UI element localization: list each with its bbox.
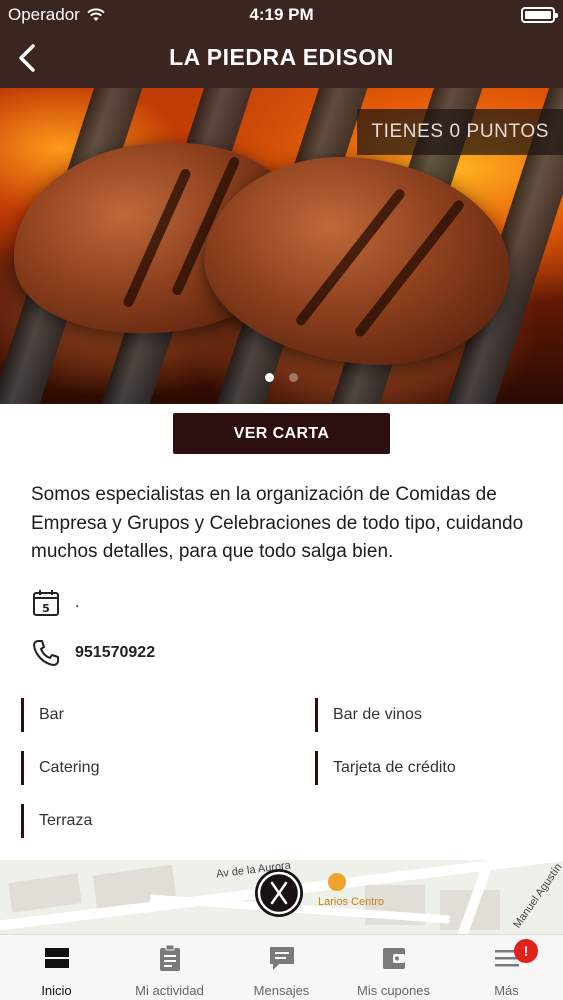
phone-number[interactable]: 951570922: [75, 644, 155, 662]
svg-text:5: 5: [42, 602, 50, 615]
feature-item: Tarjeta de crédito: [315, 751, 456, 785]
message-icon: [269, 947, 294, 970]
tab-label: Mis cupones: [357, 983, 430, 998]
view-menu-button[interactable]: VER CARTA: [173, 413, 390, 454]
points-badge: TIENES 0 PUNTOS: [357, 109, 563, 155]
notification-badge: !: [514, 939, 538, 963]
carousel-dot[interactable]: [288, 373, 298, 382]
phone-row[interactable]: 951570922: [31, 638, 155, 668]
tab-label: Más: [494, 983, 519, 998]
phone-icon: [33, 640, 59, 666]
home-icon: [44, 948, 69, 968]
tab-inicio[interactable]: Inicio: [0, 935, 113, 1000]
tab-mensajes[interactable]: Mensajes: [225, 935, 338, 1000]
carousel-dots: [0, 369, 563, 387]
feature-item: Bar: [21, 698, 64, 732]
tab-mis-cupones[interactable]: Mis cupones: [337, 935, 450, 1000]
tab-label: Mensajes: [253, 983, 310, 998]
feature-item: Catering: [21, 751, 99, 785]
tab-label: Inicio: [41, 983, 72, 998]
schedule-row: 5 .: [31, 588, 79, 618]
schedule-text: .: [75, 594, 80, 611]
tab-mas[interactable]: ! Más: [450, 935, 563, 1000]
tab-bar: Inicio Mi actividad Mensajes Mis cupones: [0, 934, 563, 1000]
restaurant-description: Somos especialistas en la organización d…: [31, 484, 524, 562]
feature-item: Terraza: [21, 804, 92, 838]
carousel-dot-active[interactable]: [265, 373, 275, 382]
battery-icon: [521, 7, 558, 23]
street-label: Manuel Agustín: [511, 861, 563, 931]
hero-carousel[interactable]: TIENES 0 PUNTOS: [0, 88, 563, 404]
status-bar: Operador 4:19 PM: [0, 0, 563, 30]
navigation-bar: LA PIEDRA EDISON: [0, 30, 563, 88]
map-pin-icon[interactable]: [252, 868, 306, 922]
clipboard-icon: [159, 944, 180, 971]
location-map[interactable]: Av de la Aurora Manuel Agustín Larios Ce…: [0, 860, 563, 935]
wallet-icon: [382, 948, 405, 969]
page-title: LA PIEDRA EDISON: [169, 44, 394, 70]
back-arrow-icon[interactable]: [10, 40, 46, 76]
calendar-icon: 5: [33, 590, 59, 616]
tab-mi-actividad[interactable]: Mi actividad: [113, 935, 226, 1000]
feature-item: Bar de vinos: [315, 698, 422, 732]
tab-label: Mi actividad: [135, 983, 204, 998]
shopping-icon: [328, 873, 346, 891]
clock: 4:19 PM: [249, 5, 314, 24]
poi-label: Larios Centro: [318, 896, 385, 908]
